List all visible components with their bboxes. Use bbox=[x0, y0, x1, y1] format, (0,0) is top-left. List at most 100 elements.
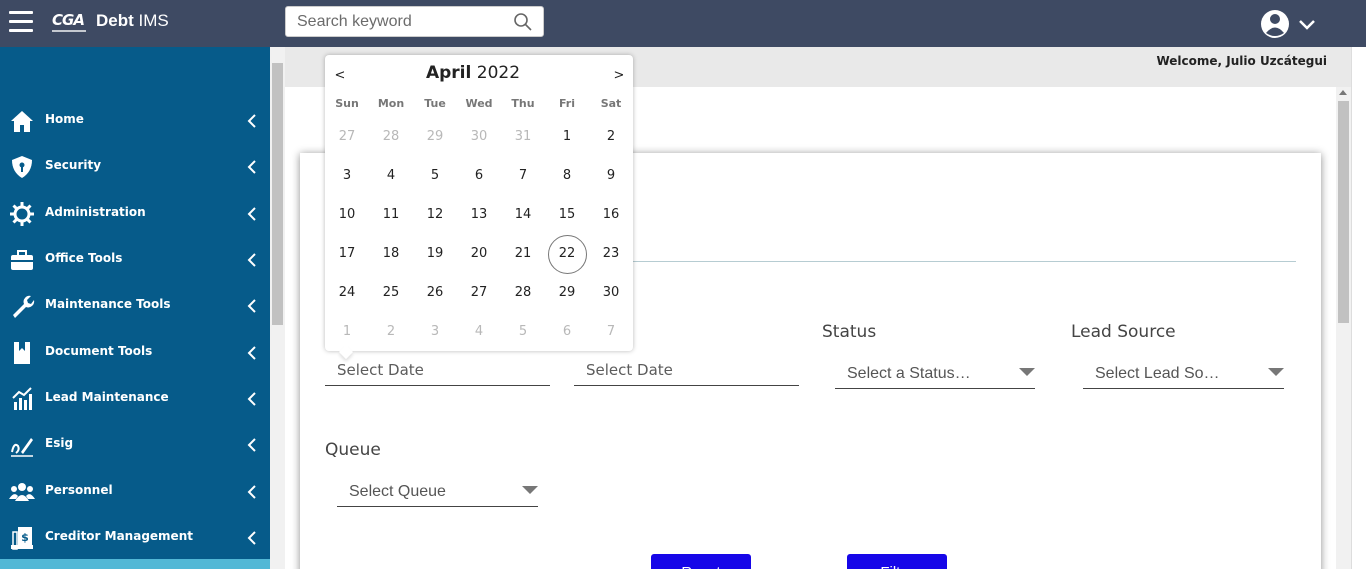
sidebar-item-label: Esig bbox=[45, 436, 74, 450]
sidebar-item-administration[interactable]: Administration bbox=[0, 194, 270, 232]
chevron-left-icon bbox=[247, 160, 256, 174]
app-name: Debt IMS bbox=[96, 11, 169, 31]
calendar-day-outside-month[interactable]: 7 bbox=[591, 313, 631, 351]
calendar-day[interactable]: 25 bbox=[371, 274, 411, 312]
calendar-day-outside-month[interactable]: 4 bbox=[459, 313, 499, 351]
calendar-day-outside-month[interactable]: 29 bbox=[415, 118, 455, 156]
status-select[interactable]: Select a Status… bbox=[835, 359, 1035, 389]
search-icon[interactable] bbox=[513, 12, 533, 32]
calendar-day[interactable]: 17 bbox=[327, 235, 367, 273]
sidebar-item-lead-maintenance[interactable]: Lead Maintenance bbox=[0, 379, 270, 417]
lead-source-select[interactable]: Select Lead So… bbox=[1083, 359, 1284, 389]
sidebar-item-office-tools[interactable]: Office Tools bbox=[0, 240, 270, 278]
calendar-day[interactable]: 12 bbox=[415, 196, 455, 234]
document-dollar-icon: $ bbox=[11, 527, 33, 550]
scroll-up-arrow-icon[interactable] bbox=[1339, 90, 1347, 95]
card-divider bbox=[600, 261, 1296, 262]
weekday-header: Wed bbox=[465, 97, 493, 110]
sidebar-item-esig[interactable]: Esig bbox=[0, 425, 270, 463]
calendar-day[interactable]: 20 bbox=[459, 235, 499, 273]
signature-icon bbox=[11, 438, 33, 457]
status-select-value: Select a Status… bbox=[847, 365, 971, 382]
calendar-day[interactable]: 9 bbox=[591, 157, 631, 195]
sidebar-item-document-tools[interactable]: Document Tools bbox=[0, 333, 270, 371]
reset-button[interactable]: Reset bbox=[651, 554, 751, 569]
top-bar: CGA Debt IMS bbox=[0, 0, 1366, 47]
calendar-day[interactable]: 14 bbox=[503, 196, 543, 234]
date-from-input[interactable] bbox=[325, 356, 550, 384]
chevron-left-icon bbox=[247, 485, 256, 499]
calendar-day[interactable]: 7 bbox=[503, 157, 543, 195]
sidebar-scrollbar[interactable] bbox=[270, 47, 285, 569]
hamburger-menu-icon[interactable] bbox=[9, 11, 33, 33]
calendar-day[interactable]: 3 bbox=[327, 157, 367, 195]
filter-button[interactable]: Filter bbox=[847, 554, 947, 569]
sidebar-item-label: Personnel bbox=[45, 483, 113, 497]
calendar-day[interactable]: 27 bbox=[459, 274, 499, 312]
page-scrollbar[interactable] bbox=[1336, 87, 1351, 569]
calendar-day[interactable]: 16 bbox=[591, 196, 631, 234]
calendar-day[interactable]: 1 bbox=[547, 118, 587, 156]
chevron-left-icon bbox=[247, 392, 256, 406]
home-icon bbox=[11, 111, 33, 132]
calendar-day[interactable]: 18 bbox=[371, 235, 411, 273]
app-name-bold: Debt bbox=[96, 11, 134, 30]
calendar-day[interactable]: 30 bbox=[591, 274, 631, 312]
date-from-field[interactable] bbox=[325, 356, 550, 386]
gear-icon bbox=[10, 202, 34, 226]
sidebar-item-label: Security bbox=[45, 158, 102, 172]
weekday-header: Sun bbox=[335, 97, 359, 110]
calendar-day-today[interactable]: 22 bbox=[547, 235, 587, 274]
calendar-day[interactable]: 8 bbox=[547, 157, 587, 195]
calendar-day[interactable]: 23 bbox=[591, 235, 631, 273]
sidebar-scrollbar-thumb[interactable] bbox=[272, 63, 283, 325]
sidebar-item-home[interactable]: Home bbox=[0, 101, 270, 139]
chevron-left-icon bbox=[247, 346, 256, 360]
calendar-year: 2022 bbox=[476, 63, 521, 83]
calendar-day-outside-month[interactable]: 3 bbox=[415, 313, 455, 351]
calendar-day[interactable]: 21 bbox=[503, 235, 543, 273]
next-month-button[interactable]: > bbox=[611, 68, 627, 83]
calendar-day[interactable]: 13 bbox=[459, 196, 499, 234]
date-to-field[interactable] bbox=[574, 356, 799, 386]
calendar-day-outside-month[interactable]: 30 bbox=[459, 118, 499, 156]
weekday-header: Fri bbox=[558, 97, 575, 110]
sidebar-item-personnel[interactable]: Personnel bbox=[0, 472, 270, 510]
date-to-input[interactable] bbox=[574, 356, 799, 384]
calendar-day[interactable]: 10 bbox=[327, 196, 367, 234]
calendar-day[interactable]: 19 bbox=[415, 235, 455, 273]
weekday-header: Mon bbox=[377, 97, 405, 110]
page-edge bbox=[1351, 47, 1366, 569]
calendar-day-outside-month[interactable]: 1 bbox=[327, 313, 367, 351]
calendar-day-outside-month[interactable]: 5 bbox=[503, 313, 543, 351]
sidebar-item-maintenance-tools[interactable]: Maintenance Tools bbox=[0, 286, 270, 324]
calendar-day[interactable]: 5 bbox=[415, 157, 455, 195]
sidebar-item-security[interactable]: Security bbox=[0, 147, 270, 185]
calendar-day[interactable]: 26 bbox=[415, 274, 455, 312]
search-box[interactable] bbox=[285, 6, 544, 37]
calendar-day[interactable]: 28 bbox=[503, 274, 543, 312]
calendar-day-outside-month[interactable]: 2 bbox=[371, 313, 411, 351]
calendar-title: April 2022 bbox=[325, 63, 621, 83]
chevron-left-icon bbox=[247, 207, 256, 221]
calendar-day[interactable]: 4 bbox=[371, 157, 411, 195]
calendar-day-outside-month[interactable]: 28 bbox=[371, 118, 411, 156]
calendar-day-outside-month[interactable]: 27 bbox=[327, 118, 367, 156]
page-scrollbar-thumb[interactable] bbox=[1338, 101, 1349, 323]
calendar-day[interactable]: 2 bbox=[591, 118, 631, 156]
welcome-text: Welcome, Julio Uzcátegui bbox=[1156, 54, 1327, 68]
queue-select[interactable]: Select Queue bbox=[337, 477, 538, 507]
calendar-day-outside-month[interactable]: 6 bbox=[547, 313, 587, 351]
calendar-day[interactable]: 6 bbox=[459, 157, 499, 195]
calendar-day[interactable]: 11 bbox=[371, 196, 411, 234]
queue-label: Queue bbox=[325, 440, 381, 460]
calendar-day[interactable]: 24 bbox=[327, 274, 367, 312]
calendar-day[interactable]: 29 bbox=[547, 274, 587, 312]
sidebar-item-label: Lead Maintenance bbox=[45, 390, 169, 404]
calendar-day[interactable]: 15 bbox=[547, 196, 587, 234]
search-input[interactable] bbox=[297, 12, 507, 32]
calendar-day-outside-month[interactable]: 31 bbox=[503, 118, 543, 156]
user-avatar-icon[interactable] bbox=[1260, 8, 1320, 40]
user-menu[interactable] bbox=[1260, 8, 1320, 40]
sidebar-item-creditor-management[interactable]: $ Creditor Management bbox=[0, 518, 270, 556]
